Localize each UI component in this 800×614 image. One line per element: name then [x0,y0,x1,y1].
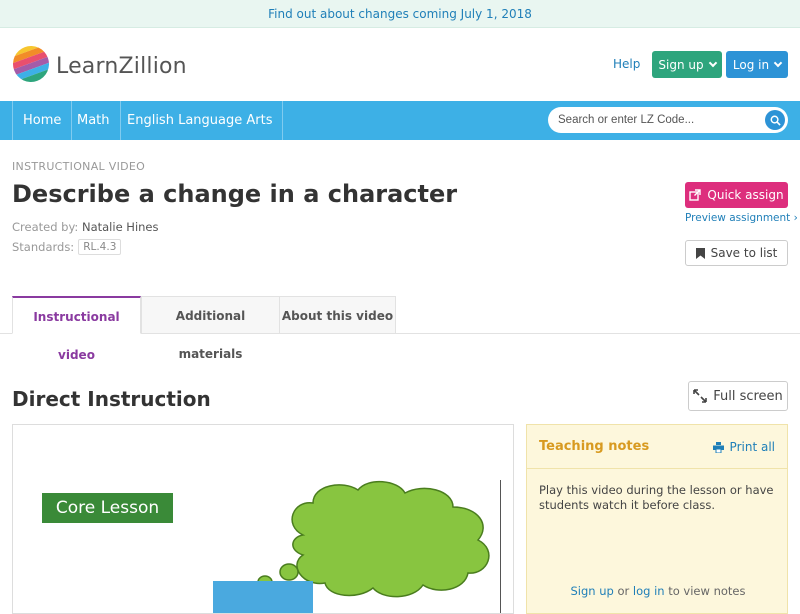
content-type-label: Instructional Video [12,160,146,173]
chevron-down-icon [708,58,717,68]
notes-signup-link[interactable]: Sign up [571,584,614,598]
site-header: LearnZillion Help Sign up Log in [0,28,800,101]
quick-assign-label: Quick assign [707,188,784,202]
tab-about-this-video[interactable]: About this video [279,296,396,334]
search-icon [770,115,781,126]
nav-item-home[interactable]: Home [12,101,73,140]
printer-icon [712,441,724,453]
standards-line: Standards: RL.4.3 [12,239,122,255]
teaching-notes-panel: Teaching notes Print all Play this video… [526,424,788,614]
logo[interactable]: LearnZillion [7,40,187,88]
tab-additional-materials[interactable]: Additional materials [141,296,280,361]
video-player[interactable]: Core Lesson [12,424,514,614]
signup-button[interactable]: Sign up [652,51,722,78]
logo-icon [7,40,55,88]
print-all-label: Print all [729,440,775,454]
created-by-label: Created by: [12,220,79,234]
author-line: Created by: Natalie Hines [12,220,159,234]
search-bar [548,107,788,133]
standards-label: Standards: [12,240,75,254]
full-screen-label: Full screen [713,388,783,404]
notes-or-text: or [617,584,630,598]
notes-login-link[interactable]: log in [633,584,665,598]
search-button[interactable] [765,110,785,130]
bookmark-icon [695,247,705,259]
expand-icon [693,389,708,403]
full-screen-button[interactable]: Full screen [688,381,788,411]
save-to-list-label: Save to list [710,246,778,260]
quick-assign-button[interactable]: Quick assign [685,182,788,208]
standard-badge[interactable]: RL.4.3 [78,239,122,255]
board-edge [500,480,501,613]
section-title: Direct Instruction [12,387,211,411]
logo-text: LearnZillion [56,53,187,79]
teaching-notes-header: Teaching notes Print all [527,425,787,469]
chevron-down-icon [773,58,783,68]
tab-instructional-video[interactable]: Instructional video [12,296,141,362]
page-title: Describe a change in a character [12,180,458,208]
teaching-notes-title: Teaching notes [539,439,650,454]
video-graphic [213,581,313,613]
signup-label: Sign up [658,57,704,72]
help-link[interactable]: Help [613,57,640,71]
notes-login-prompt: Sign up or log in to view notes [527,584,789,598]
save-to-list-button[interactable]: Save to list [685,240,788,266]
share-icon [689,189,702,201]
notes-view-text: to view notes [668,584,746,598]
nav-item-ela[interactable]: English Language Arts [117,101,284,140]
login-label: Log in [732,57,770,72]
preview-assignment-link[interactable]: Preview assignment › [685,212,798,224]
announcement-banner: Find out about changes coming July 1, 20… [0,0,800,28]
login-button[interactable]: Log in [726,51,788,78]
nav-item-math[interactable]: Math [67,101,121,140]
print-all-button[interactable]: Print all [712,440,775,454]
author-link[interactable]: Natalie Hines [82,220,159,234]
search-input[interactable] [548,107,758,133]
announcement-link[interactable]: Find out about changes coming July 1, 20… [268,7,532,21]
teaching-notes-text: Play this video during the lesson or hav… [539,483,774,512]
